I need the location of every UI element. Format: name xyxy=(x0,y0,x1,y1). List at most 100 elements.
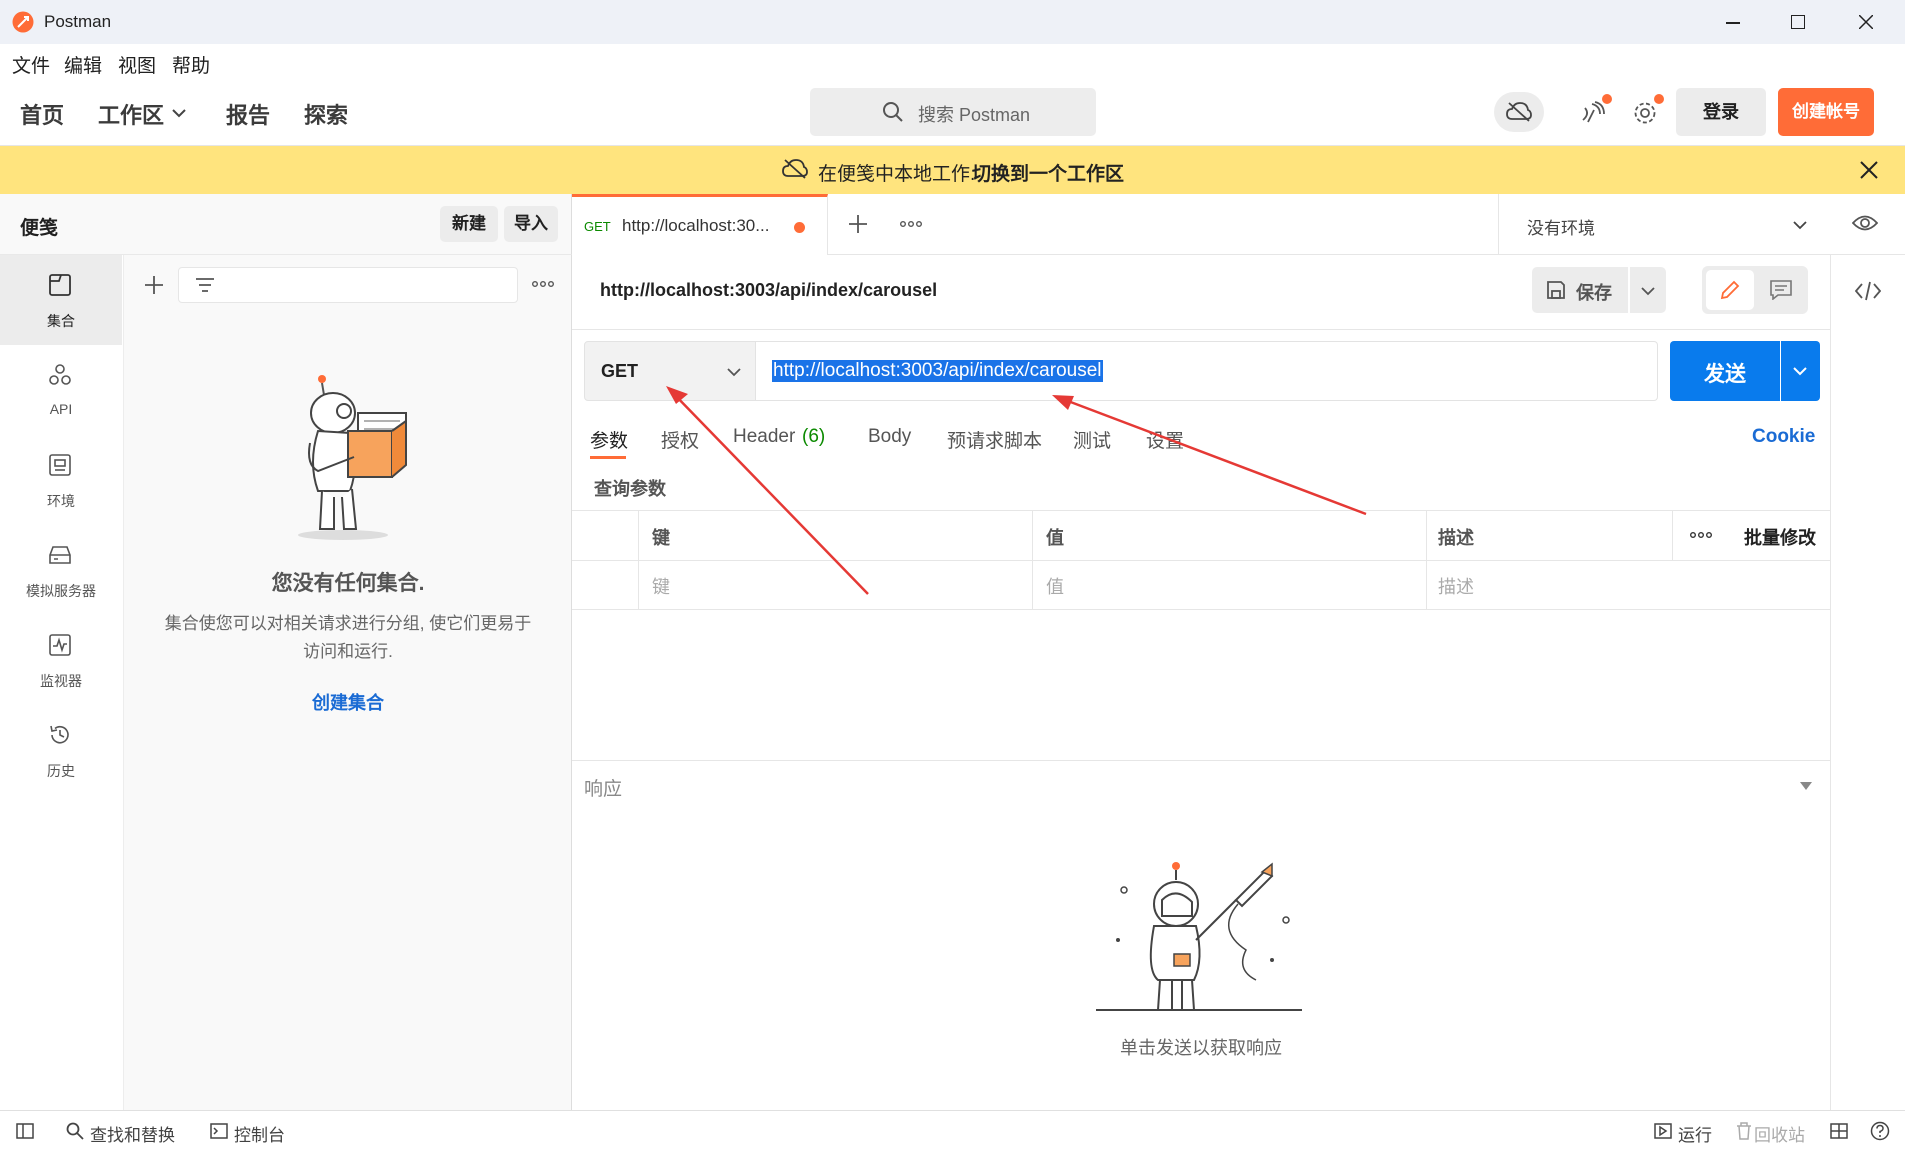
gear-icon xyxy=(1634,102,1656,124)
tab-tests[interactable]: 测试 xyxy=(1073,426,1111,453)
search-placeholder: 搜索 Postman xyxy=(918,105,1031,125)
notification-dot xyxy=(1602,94,1612,104)
query-params-title: 查询参数 xyxy=(594,479,666,499)
create-collection-link[interactable]: 创建集合 xyxy=(124,689,572,715)
sidebar-item-monitors[interactable]: 监视器 xyxy=(0,615,122,705)
satellite-icon xyxy=(1582,101,1605,123)
import-button[interactable]: 导入 xyxy=(504,206,558,242)
eye-icon[interactable] xyxy=(1852,214,1878,232)
new-button[interactable]: 新建 xyxy=(440,206,498,242)
switch-workspace-link[interactable]: 切换到一个工作区 xyxy=(972,159,1124,186)
banner-text: 在便笺中本地工作. xyxy=(818,164,976,185)
new-tab-icon[interactable] xyxy=(848,214,868,234)
collapse-response-icon[interactable] xyxy=(1800,782,1812,790)
nav-reports[interactable]: 报告 xyxy=(226,98,270,130)
history-icon xyxy=(50,725,69,744)
value-input[interactable]: 值 xyxy=(1046,573,1064,599)
mock-server-icon xyxy=(49,546,71,564)
maximize-button[interactable] xyxy=(1778,6,1818,38)
menu-help[interactable]: 帮助 xyxy=(172,51,210,78)
sidebar-item-history[interactable]: 历史 xyxy=(0,705,122,795)
nav-explore[interactable]: 探索 xyxy=(304,98,348,130)
find-replace-button[interactable]: 查找和替换 xyxy=(90,1121,175,1146)
unsaved-dot xyxy=(794,222,805,233)
response-divider[interactable] xyxy=(572,760,1830,761)
filter-input[interactable] xyxy=(178,267,518,303)
minimize-button[interactable] xyxy=(1712,6,1752,38)
sidebar-item-label: 监视器 xyxy=(40,673,82,689)
method-label: GET xyxy=(601,361,639,381)
notification-dot xyxy=(1654,94,1664,104)
more-tabs-icon[interactable] xyxy=(900,221,922,227)
query-params-table: 键 值 描述 批量修改 键 值 描述 xyxy=(572,510,1830,610)
sidebar-item-label: 模拟服务器 xyxy=(26,583,96,599)
tab-prerequest-script[interactable]: 预请求脚本 xyxy=(947,426,1042,453)
more-options-icon[interactable] xyxy=(532,281,554,287)
method-select[interactable]: GET xyxy=(584,341,756,401)
sync-status-button[interactable] xyxy=(1494,92,1544,132)
environment-icon xyxy=(49,454,71,476)
trash-button[interactable]: 回收站 xyxy=(1754,1121,1805,1146)
url-bar-area xyxy=(572,255,1830,330)
collections-panel: 您没有任何集合. 集合使您可以对相关请求进行分组, 使它们更易于 访问和运行. … xyxy=(124,255,572,1110)
sidebar-item-collections[interactable]: 集合 xyxy=(0,255,122,345)
sidebar-header: 便笺 新建 导入 xyxy=(0,194,572,255)
tab-headers[interactable]: Header xyxy=(733,426,795,448)
url-text: http://localhost:3003/api/index/carousel xyxy=(772,360,1103,382)
add-icon[interactable] xyxy=(144,275,164,295)
column-description: 描述 xyxy=(1438,528,1474,548)
cloud-off-icon xyxy=(782,159,808,179)
sign-in-button[interactable]: 登录 xyxy=(1676,88,1766,136)
nav-workspaces[interactable]: 工作区 xyxy=(98,98,164,130)
sidebar-item-api[interactable]: API xyxy=(0,345,122,435)
title-bar: Postman xyxy=(0,0,1905,44)
sidebar-item-environments[interactable]: 环境 xyxy=(0,435,122,525)
tab-settings[interactable]: 设置 xyxy=(1146,426,1184,453)
help-icon[interactable] xyxy=(1870,1121,1890,1141)
create-account-button[interactable]: 创建帐号 xyxy=(1778,88,1874,136)
toggle-sidebar-icon[interactable] xyxy=(16,1123,34,1139)
window-title: Postman xyxy=(44,12,112,31)
nav-home[interactable]: 首页 xyxy=(20,98,64,130)
close-window-button[interactable] xyxy=(1846,6,1886,38)
url-input[interactable]: http://localhost:3003/api/index/carousel xyxy=(756,341,1658,401)
cookies-link[interactable]: Cookie xyxy=(1752,426,1815,448)
key-input[interactable]: 键 xyxy=(652,573,670,599)
cloud-off-icon xyxy=(1506,102,1532,122)
description-input[interactable]: 描述 xyxy=(1438,573,1474,599)
send-options-button[interactable] xyxy=(1781,341,1820,401)
runner-button[interactable]: 运行 xyxy=(1678,1121,1712,1146)
empty-description-line2: 访问和运行. xyxy=(303,642,393,661)
sidebar-item-mock-servers[interactable]: 模拟服务器 xyxy=(0,525,122,615)
column-key: 键 xyxy=(652,528,670,548)
capture-requests-button[interactable] xyxy=(1576,94,1612,130)
column-options-icon[interactable] xyxy=(1690,532,1712,538)
settings-button[interactable] xyxy=(1628,94,1664,130)
console-button[interactable]: 控制台 xyxy=(234,1121,285,1146)
tab-authorization[interactable]: 授权 xyxy=(661,426,699,453)
menu-view[interactable]: 视图 xyxy=(118,51,156,78)
search-box[interactable]: 搜索 Postman xyxy=(810,88,1096,136)
maximize-icon xyxy=(1791,15,1805,29)
environment-selector[interactable]: 没有环境 xyxy=(1498,194,1832,255)
code-icon[interactable] xyxy=(1855,281,1881,301)
bulk-edit-button[interactable]: 批量修改 xyxy=(1744,524,1816,550)
menu-edit[interactable]: 编辑 xyxy=(64,51,102,78)
menu-file[interactable]: 文件 xyxy=(12,51,50,78)
trash-icon xyxy=(1737,1122,1751,1140)
send-button[interactable]: 发送 xyxy=(1670,341,1780,401)
two-pane-icon[interactable] xyxy=(1830,1123,1848,1139)
sidebar-item-label: 环境 xyxy=(47,493,75,509)
tab-body[interactable]: Body xyxy=(868,426,911,448)
close-icon[interactable] xyxy=(1860,161,1878,179)
sidebar-title: 便笺 xyxy=(20,218,59,239)
search-icon xyxy=(883,102,903,122)
sidebar-item-label: 历史 xyxy=(47,763,75,779)
runner-icon xyxy=(1654,1123,1672,1139)
chevron-down-icon xyxy=(1793,367,1807,376)
tab-params[interactable]: 参数 xyxy=(590,426,628,453)
response-empty-illustration xyxy=(1096,862,1302,1011)
send-label: 发送 xyxy=(1704,363,1746,386)
request-tab[interactable]: GET http://localhost:30... xyxy=(572,194,828,255)
status-bar: 查找和替换 控制台 运行 回收站 xyxy=(0,1110,1905,1149)
